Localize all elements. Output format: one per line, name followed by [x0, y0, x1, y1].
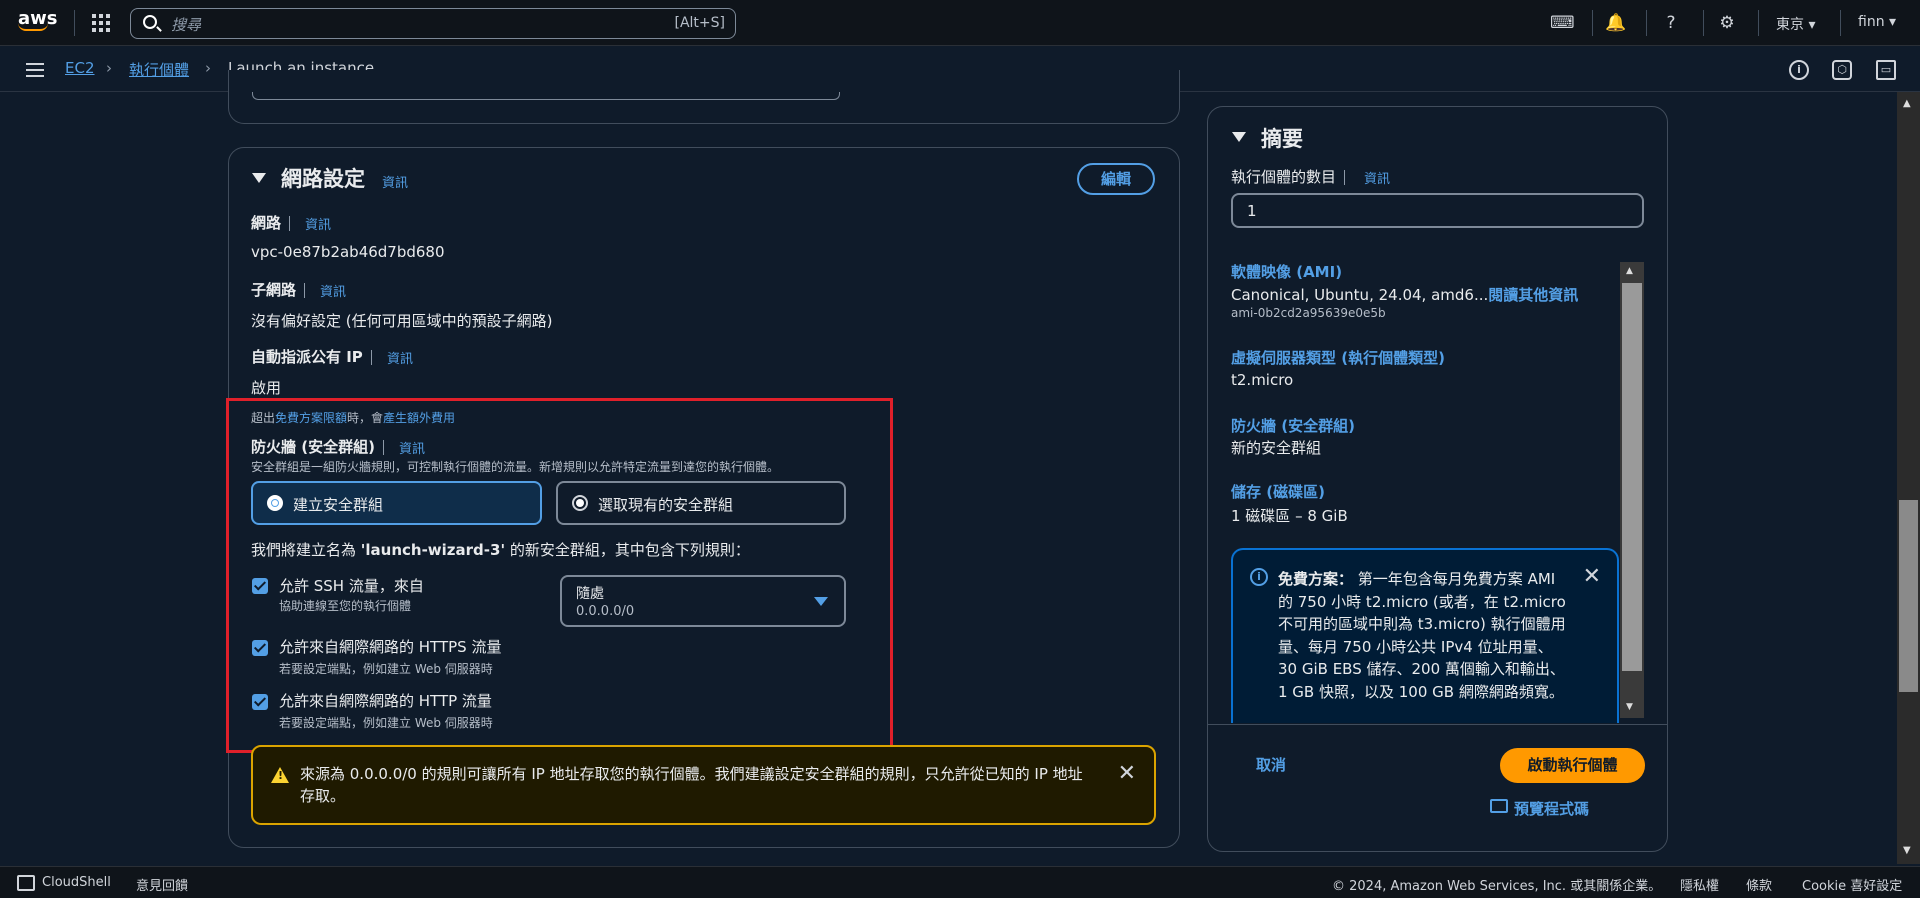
- menu-icon[interactable]: [26, 63, 44, 77]
- subnet-info-link[interactable]: 資訊: [320, 281, 346, 300]
- cancel-button[interactable]: 取消: [1256, 754, 1286, 775]
- divider: [1208, 724, 1667, 725]
- bell-icon[interactable]: 🔔: [1605, 12, 1627, 34]
- instance-type-value: t2.micro: [1231, 371, 1294, 389]
- scroll-up-icon[interactable]: ▲: [1626, 266, 1633, 276]
- previous-input-edge: [252, 92, 840, 100]
- close-icon[interactable]: ✕: [1118, 761, 1136, 786]
- scroll-down-icon[interactable]: ▼: [1903, 845, 1911, 856]
- ami-id: ami-0b2cd2a95639e0e5b: [1231, 306, 1386, 320]
- free-tier-info-box: i 免費方案： 第一年包含每月免費方案 AMI 的 750 小時 t2.micr…: [1231, 548, 1619, 723]
- network-label: 網路: [251, 212, 298, 233]
- ami-value: Canonical, Ubuntu, 24.04, amd6...閱讀其他資訊: [1231, 286, 1579, 304]
- highlight-box: [226, 398, 893, 753]
- footer-bar: CloudShell 意見回饋 © 2024, Amazon Web Servi…: [0, 866, 1920, 898]
- region-selector[interactable]: 東京 ▾: [1776, 14, 1815, 34]
- code-preview-icon: [1490, 799, 1508, 813]
- search-icon: [143, 15, 157, 29]
- storage-value: 1 磁碟區 – 8 GiB: [1231, 507, 1348, 525]
- search-shortcut: [Alt+S]: [674, 15, 726, 31]
- network-info-link[interactable]: 資訊: [305, 214, 331, 233]
- cookie-preferences-link[interactable]: Cookie 喜好設定: [1802, 875, 1902, 894]
- help-icon[interactable]: ?: [1660, 12, 1682, 34]
- warning-text: 來源為 0.0.0.0/0 的規則可讓所有 IP 地址存取您的執行個體。我們建議…: [300, 765, 1083, 805]
- chevron-right-icon: ›: [205, 59, 211, 77]
- gear-icon[interactable]: ⚙: [1716, 12, 1738, 34]
- collapse-triangle-icon[interactable]: [252, 173, 266, 183]
- edit-button[interactable]: 編輯: [1077, 163, 1155, 195]
- collapse-triangle-icon[interactable]: [1232, 132, 1246, 142]
- breadcrumb-instances[interactable]: 執行個體: [129, 59, 189, 80]
- info-icon[interactable]: i: [1789, 60, 1809, 80]
- firewall-value: 新的安全群組: [1231, 439, 1322, 457]
- feedback-link[interactable]: 意見回饋: [136, 875, 188, 894]
- info-icon: i: [1250, 568, 1268, 586]
- chevron-right-icon: ›: [106, 59, 112, 77]
- warning-alert: 來源為 0.0.0.0/0 的規則可讓所有 IP 地址存取您的執行個體。我們建議…: [251, 745, 1156, 825]
- divider: [74, 10, 75, 36]
- settings-hex-icon[interactable]: ⬡: [1832, 60, 1852, 80]
- subnet-label: 子網路: [251, 279, 313, 300]
- search-placeholder: 搜尋: [171, 16, 202, 34]
- cloudshell-link[interactable]: CloudShell: [42, 875, 111, 890]
- network-value: vpc-0e87b2ab46d7bd680: [251, 243, 445, 261]
- ami-link[interactable]: 軟體映像 (AMI): [1231, 261, 1342, 282]
- copyright: © 2024, Amazon Web Services, Inc. 或其關係企業…: [1332, 879, 1662, 894]
- user-menu[interactable]: finn ▾: [1858, 14, 1896, 30]
- page-scrollbar-thumb[interactable]: [1899, 500, 1918, 692]
- privacy-link[interactable]: 隱私權: [1680, 875, 1719, 894]
- cloudshell-icon[interactable]: [17, 875, 35, 891]
- instance-type-link[interactable]: 虛擬伺服器類型 (執行個體類型): [1231, 347, 1445, 368]
- cloudshell-icon[interactable]: ⌨: [1550, 12, 1575, 34]
- breadcrumb-ec2[interactable]: EC2: [65, 59, 95, 77]
- subnet-value: 沒有偏好設定 (任何可用區域中的預設子網路): [251, 312, 553, 330]
- public-ip-value: 啟用: [251, 379, 282, 397]
- display-icon[interactable]: ▭: [1876, 60, 1896, 80]
- info-link[interactable]: 資訊: [382, 172, 408, 191]
- instance-count-input[interactable]: 1: [1231, 193, 1644, 228]
- public-ip-label: 自動指派公有 IP: [251, 346, 380, 367]
- count-info-link[interactable]: 資訊: [1364, 168, 1390, 187]
- storage-link[interactable]: 儲存 (磁碟區): [1231, 481, 1325, 502]
- scroll-down-icon[interactable]: ▼: [1626, 702, 1633, 712]
- network-title: 網路設定: [281, 167, 365, 191]
- aws-logo[interactable]: aws: [18, 8, 58, 31]
- terms-link[interactable]: 條款: [1746, 875, 1772, 894]
- search-input[interactable]: 搜尋 [Alt+S]: [130, 8, 736, 39]
- free-tier-text: 免費方案： 第一年包含每月免費方案 AMI 的 750 小時 t2.micro …: [1278, 570, 1566, 701]
- preview-code-button[interactable]: 預覽程式碼: [1490, 798, 1589, 819]
- logo-text: aws: [18, 8, 58, 29]
- firewall-link[interactable]: 防火牆 (安全群組): [1231, 415, 1355, 436]
- launch-instance-button[interactable]: 啟動執行個體: [1500, 748, 1645, 783]
- warning-icon: [271, 767, 289, 783]
- summary-title: 摘要: [1261, 127, 1303, 151]
- top-navigation: aws 搜尋 [Alt+S] ⌨ 🔔 ? ⚙ 東京 ▾ finn ▾: [0, 0, 1920, 46]
- instance-count-label: 執行個體的數目: [1231, 166, 1353, 187]
- services-grid-icon[interactable]: [92, 14, 110, 32]
- page-scrollbar[interactable]: [1897, 92, 1920, 864]
- scroll-up-icon[interactable]: ▲: [1903, 98, 1911, 109]
- close-icon[interactable]: ✕: [1583, 564, 1601, 589]
- public-ip-info-link[interactable]: 資訊: [387, 348, 413, 367]
- read-more-link[interactable]: 閱讀其他資訊: [1488, 286, 1578, 304]
- summary-scrollbar-thumb[interactable]: [1622, 283, 1642, 671]
